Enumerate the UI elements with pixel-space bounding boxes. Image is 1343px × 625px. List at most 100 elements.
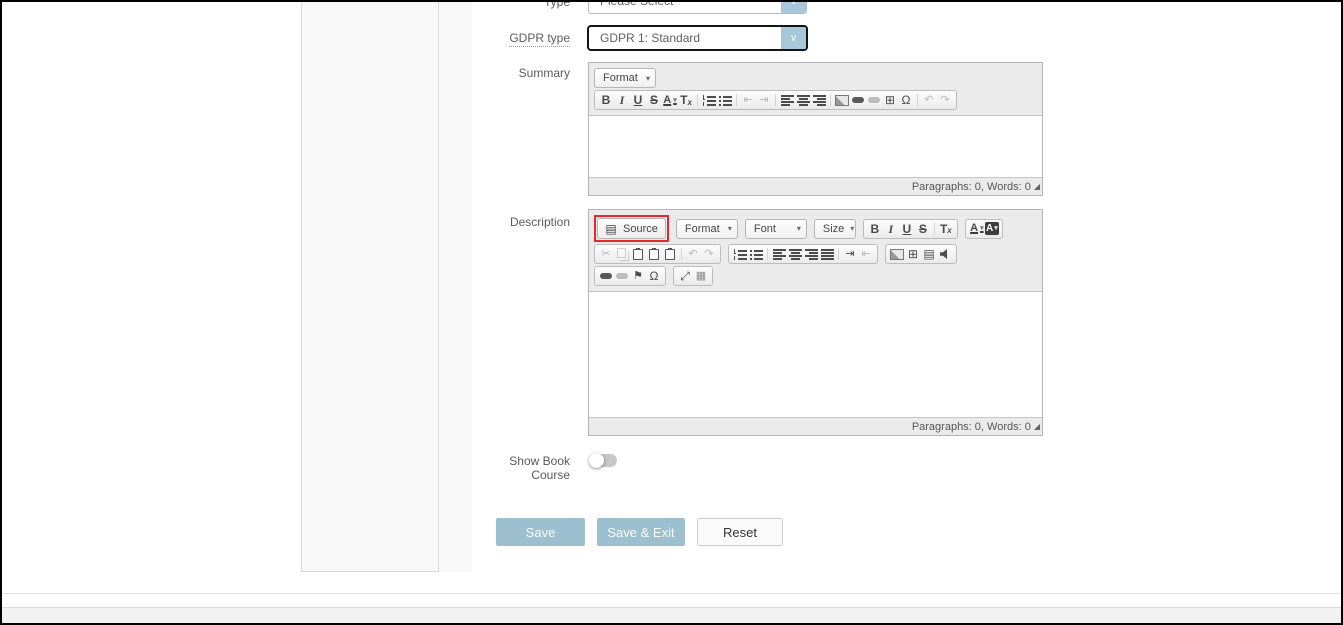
bold-icon[interactable]: B: [598, 92, 614, 108]
italic-icon[interactable]: I: [614, 92, 630, 108]
link-icon[interactable]: [598, 268, 614, 284]
gdpr-type-select-value: GDPR 1: Standard: [589, 31, 781, 45]
show-book-course-toggle[interactable]: [590, 454, 617, 467]
font-dropdown[interactable]: Font ▾: [745, 219, 807, 239]
caret-down-icon: ▾: [728, 224, 732, 233]
resize-handle-icon[interactable]: ◢: [1034, 422, 1040, 431]
indent-icon[interactable]: ⇥: [756, 92, 772, 108]
table-icon[interactable]: ⊞: [882, 92, 898, 108]
list-ul-icon[interactable]: [748, 246, 764, 262]
align-justify-icon[interactable]: [819, 246, 835, 262]
omega-icon[interactable]: Ω: [646, 268, 662, 284]
undo-icon[interactable]: ↶: [685, 246, 701, 262]
show-blocks-icon[interactable]: ▦: [693, 268, 709, 284]
audio-icon[interactable]: [937, 246, 953, 262]
text-color-icon[interactable]: A: [662, 92, 678, 108]
list-ol-icon[interactable]: [701, 92, 717, 108]
indent-icon[interactable]: ⇥: [842, 246, 858, 262]
unlink-icon[interactable]: [866, 92, 882, 108]
summary-toolbar: Format▾ BIUSAT ⇤⇥ ⊞Ω ↶↷: [589, 63, 1042, 115]
left-sidebar-panel: [301, 0, 439, 572]
panel-icon[interactable]: ▤: [921, 246, 937, 262]
toggle-knob: [589, 453, 604, 468]
align-center-icon[interactable]: [787, 246, 803, 262]
align-left-icon[interactable]: [779, 92, 795, 108]
footer-bar: [2, 607, 1341, 624]
summary-word-count: Paragraphs: 0, Words: 0: [912, 181, 1031, 193]
maximize-icon[interactable]: ⤢: [677, 268, 693, 284]
align-right-icon[interactable]: [803, 246, 819, 262]
link-icon[interactable]: [850, 92, 866, 108]
remove-format-icon[interactable]: T: [938, 221, 954, 237]
redo-icon[interactable]: ↷: [937, 92, 953, 108]
save-button[interactable]: Save: [496, 518, 585, 546]
toolbar-group: ⊞▤: [885, 244, 957, 264]
toolbar-separator: [681, 248, 682, 260]
font-dropdown-label: Font: [754, 223, 776, 235]
format-dropdown[interactable]: Format ▾: [676, 219, 738, 239]
toolbar-separator: [917, 94, 918, 106]
show-book-course-label: Show Book Course: [470, 454, 570, 482]
paste-text-icon[interactable]: [646, 246, 662, 262]
chevron-down-icon: ∨: [781, 27, 806, 49]
source-button[interactable]: ▤Source: [597, 218, 666, 239]
strike-icon[interactable]: S: [915, 221, 931, 237]
outdent-icon[interactable]: ⇤: [858, 246, 874, 262]
omega-icon[interactable]: Ω: [898, 92, 914, 108]
save-exit-button[interactable]: Save & Exit: [597, 518, 685, 546]
description-word-count: Paragraphs: 0, Words: 0: [912, 421, 1031, 433]
outdent-icon[interactable]: ⇤: [740, 92, 756, 108]
anchor-icon[interactable]: ⚑: [630, 268, 646, 284]
strike-icon[interactable]: S: [646, 92, 662, 108]
size-dropdown-label: Size: [823, 223, 844, 235]
image-icon[interactable]: [889, 246, 905, 262]
image-icon[interactable]: [834, 92, 850, 108]
unlink-icon[interactable]: [614, 268, 630, 284]
toolbar-separator: [775, 94, 776, 106]
caret-down-icon: ▾: [797, 224, 801, 233]
table-icon[interactable]: ⊞: [905, 246, 921, 262]
description-editing-area[interactable]: [589, 291, 1042, 418]
copy-icon[interactable]: [614, 246, 630, 262]
description-label: Description: [472, 215, 570, 229]
text-color-icon[interactable]: A: [969, 221, 985, 237]
format-dropdown-label: Format: [685, 223, 720, 235]
reset-button[interactable]: Reset: [697, 518, 783, 546]
bg-color-icon[interactable]: A: [985, 222, 999, 235]
undo-icon[interactable]: ↶: [921, 92, 937, 108]
toolbar-group: ⇥⇤: [728, 244, 878, 264]
resize-handle-icon[interactable]: ◢: [1034, 182, 1040, 191]
list-ul-icon[interactable]: [717, 92, 733, 108]
paste-word-icon[interactable]: [662, 246, 678, 262]
paste-icon[interactable]: [630, 246, 646, 262]
underline-icon[interactable]: U: [899, 221, 915, 237]
align-left-icon[interactable]: [771, 246, 787, 262]
toolbar-group: AA: [965, 219, 1003, 239]
type-select[interactable]: Please Select ∨: [588, 0, 807, 14]
bold-icon[interactable]: B: [867, 221, 883, 237]
toolbar-separator: [830, 94, 831, 106]
toolbar-group: ⚑Ω: [594, 266, 666, 286]
list-ol-icon[interactable]: [732, 246, 748, 262]
redo-icon[interactable]: ↷: [701, 246, 717, 262]
toolbar-separator: [838, 248, 839, 260]
source-icon: ▤: [603, 221, 619, 237]
cut-icon[interactable]: ✂: [598, 246, 614, 262]
italic-icon[interactable]: I: [883, 221, 899, 237]
toolbar-group: BIUSAT ⇤⇥ ⊞Ω ↶↷: [594, 90, 957, 110]
type-label: Type: [472, 0, 570, 9]
toolbar-separator: [697, 94, 698, 106]
format-dropdown-label: Format: [603, 72, 638, 84]
toolbar-group: ✂ ↶↷: [594, 244, 721, 264]
page: Type Please Select ∨ GDPR type GDPR 1: S…: [0, 0, 1343, 625]
underline-icon[interactable]: U: [630, 92, 646, 108]
gdpr-type-select[interactable]: GDPR 1: Standard ∨: [587, 25, 808, 51]
chevron-down-icon: ∨: [781, 0, 806, 13]
summary-editing-area[interactable]: [589, 115, 1042, 178]
remove-format-icon[interactable]: T: [678, 92, 694, 108]
align-center-icon[interactable]: [795, 92, 811, 108]
format-dropdown[interactable]: Format▾: [594, 68, 656, 88]
size-dropdown[interactable]: Size▾: [814, 219, 856, 239]
toolbar-separator: [767, 248, 768, 260]
align-right-icon[interactable]: [811, 92, 827, 108]
